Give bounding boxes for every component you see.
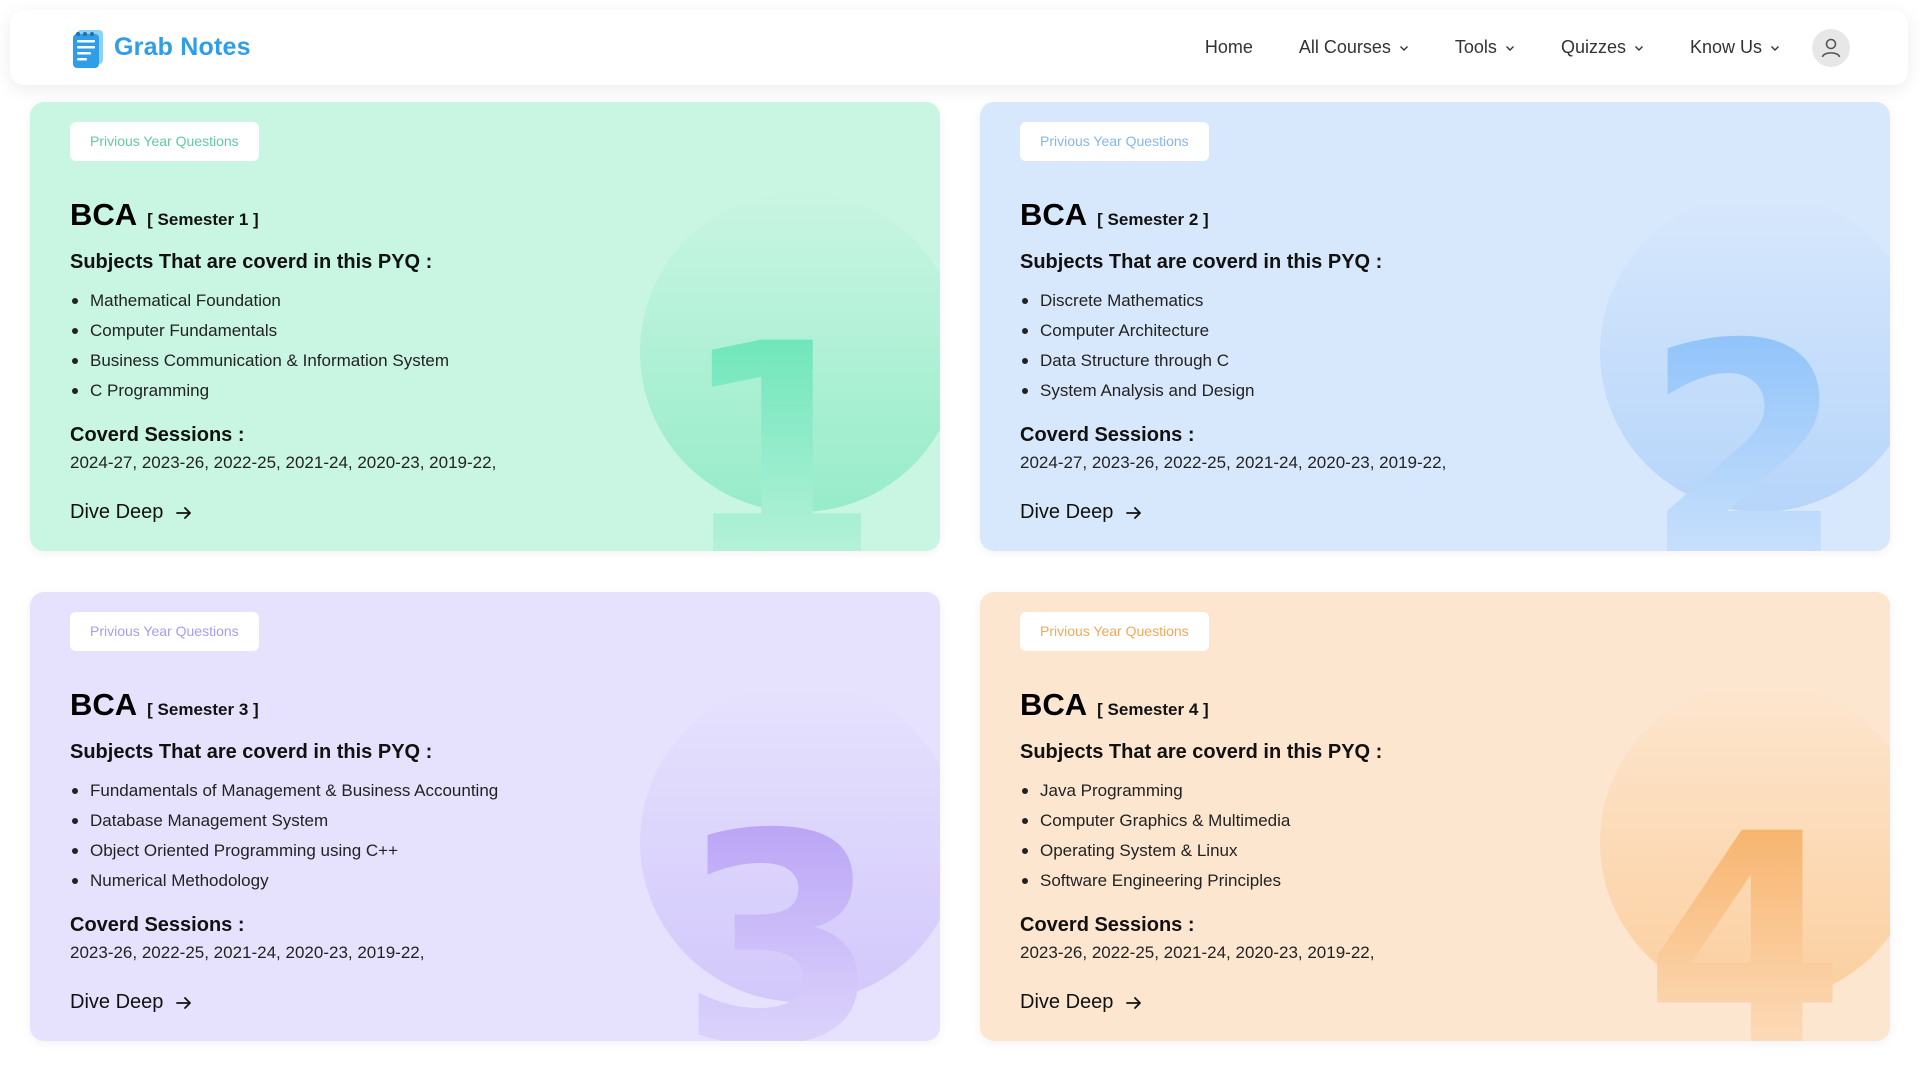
dive-deep-label: Dive Deep [1020, 501, 1114, 523]
nav-quizzes-label: Quizzes [1560, 37, 1626, 57]
subjects-list: Discrete Mathematics Computer Architectu… [1020, 286, 1530, 406]
navbar: Grab Notes Home All Courses Tools Quizze… [10, 10, 1908, 85]
subjects-heading: Subjects That are coverd in this PYQ : [70, 251, 433, 273]
subjects-heading: Subjects That are coverd in this PYQ : [1020, 251, 1383, 273]
subject-item: Data Structure through C [1020, 346, 1530, 376]
card-content: Privious Year Questions BCA [ Semester 3… [70, 612, 580, 1014]
pyq-chip: Privious Year Questions [70, 612, 259, 651]
sessions-list: 2023-26, 2022-25, 2021-24, 2020-23, 2019… [1020, 943, 1375, 962]
semester-label: [ Semester 1 ] [147, 210, 259, 229]
subject-item: Computer Architecture [1020, 316, 1530, 346]
big-number-4: 4 [1644, 773, 1846, 1041]
subject-item: Mathematical Foundation [70, 286, 580, 316]
user-icon [1821, 38, 1841, 57]
subject-item: C Programming [70, 376, 580, 406]
card-content: Privious Year Questions BCA [ Semester 4… [1020, 612, 1530, 1014]
dive-deep-link[interactable]: Dive Deep [1020, 991, 1143, 1014]
subject-item: Object Oriented Programming using C++ [70, 836, 580, 866]
subjects-heading: Subjects That are coverd in this PYQ : [1020, 741, 1383, 763]
nav-home-label: Home [1204, 37, 1253, 57]
brand-name: Grab Notes [114, 33, 251, 61]
nav-know-us[interactable]: Know Us [1690, 37, 1780, 58]
dive-deep-label: Dive Deep [1020, 991, 1114, 1013]
card-title-row: BCA [ Semester 1 ] [70, 197, 580, 233]
subjects-list: Mathematical Foundation Computer Fundame… [70, 286, 580, 406]
number-4-decoration: 4 [1600, 682, 1890, 1041]
big-number-3: 3 [679, 773, 881, 1041]
sessions-list: 2024-27, 2023-26, 2022-25, 2021-24, 2020… [70, 453, 497, 472]
card-content: Privious Year Questions BCA [ Semester 2… [1020, 122, 1530, 524]
number-1-decoration: 1 [640, 192, 940, 551]
main-nav: Home All Courses Tools Quizzes Know Us [1205, 28, 1850, 67]
subject-item: Computer Fundamentals [70, 316, 580, 346]
subjects-heading: Subjects That are coverd in this PYQ : [70, 741, 433, 763]
subject-item: Operating System & Linux [1020, 836, 1530, 866]
big-number-1: 1 [679, 283, 881, 551]
card-title-row: BCA [ Semester 2 ] [1020, 197, 1530, 233]
big-number-2: 2 [1644, 283, 1846, 551]
dive-deep-label: Dive Deep [70, 991, 164, 1013]
subject-item: Fundamentals of Management & Business Ac… [70, 776, 580, 806]
arrow-right-icon [1126, 996, 1142, 1009]
pyq-card-semester-4[interactable]: 4 Privious Year Questions BCA [ Semester… [980, 592, 1890, 1041]
subject-item: Software Engineering Principles [1020, 866, 1530, 896]
nav-quizzes[interactable]: Quizzes [1561, 37, 1644, 58]
brand-logo-link[interactable]: Grab Notes [68, 26, 251, 70]
sessions-list: 2024-27, 2023-26, 2022-25, 2021-24, 2020… [1020, 453, 1447, 472]
nav-tools-label: Tools [1454, 37, 1497, 57]
subject-item: Business Communication & Information Sys… [70, 346, 580, 376]
nav-know-us-label: Know Us [1689, 37, 1762, 57]
chevron-down-icon [1399, 45, 1408, 51]
course-title: BCA [1020, 197, 1088, 232]
chevron-down-icon [1505, 45, 1514, 51]
arrow-right-icon [1126, 506, 1142, 519]
nav-home[interactable]: Home [1205, 37, 1253, 58]
nav-tools[interactable]: Tools [1455, 37, 1515, 58]
semester-label: [ Semester 4 ] [1097, 700, 1209, 719]
nav-all-courses-label: All Courses [1298, 37, 1391, 57]
sessions-heading: Coverd Sessions : [1020, 424, 1195, 446]
dive-deep-link[interactable]: Dive Deep [70, 991, 193, 1014]
card-title-row: BCA [ Semester 3 ] [70, 687, 580, 723]
card-content: Privious Year Questions BCA [ Semester 1… [70, 122, 580, 524]
arrow-right-icon [176, 996, 192, 1009]
course-title: BCA [70, 687, 138, 722]
pyq-card-semester-2[interactable]: 2 Privious Year Questions BCA [ Semester… [980, 102, 1890, 551]
pyq-chip: Privious Year Questions [1020, 612, 1209, 651]
subjects-list: Fundamentals of Management & Business Ac… [70, 776, 580, 896]
chevron-down-icon [1634, 45, 1643, 51]
pyq-chip: Privious Year Questions [70, 122, 259, 161]
pyq-card-semester-1[interactable]: 1 Privious Year Questions BCA [ Semester… [30, 102, 940, 551]
nav-all-courses[interactable]: All Courses [1299, 37, 1409, 58]
course-title: BCA [1020, 687, 1088, 722]
notes-logo-icon [73, 29, 103, 68]
user-avatar-button[interactable] [1812, 28, 1850, 67]
semester-label: [ Semester 3 ] [147, 700, 259, 719]
subject-item: Database Management System [70, 806, 580, 836]
subjects-list: Java Programming Computer Graphics & Mul… [1020, 776, 1530, 896]
number-2-decoration: 2 [1600, 192, 1890, 551]
course-title: BCA [70, 197, 138, 232]
sessions-heading: Coverd Sessions : [70, 914, 245, 936]
subject-item: Discrete Mathematics [1020, 286, 1530, 316]
subject-item: Computer Graphics & Multimedia [1020, 806, 1530, 836]
sessions-heading: Coverd Sessions : [1020, 914, 1195, 936]
subject-item: Numerical Methodology [70, 866, 580, 896]
number-3-decoration: 3 [640, 682, 940, 1041]
subject-item: Java Programming [1020, 776, 1530, 806]
arrow-right-icon [176, 506, 192, 519]
semester-label: [ Semester 2 ] [1097, 210, 1209, 229]
sessions-heading: Coverd Sessions : [70, 424, 245, 446]
card-title-row: BCA [ Semester 4 ] [1020, 687, 1530, 723]
subject-item: System Analysis and Design [1020, 376, 1530, 406]
dive-deep-label: Dive Deep [70, 501, 164, 523]
pyq-chip: Privious Year Questions [1020, 122, 1209, 161]
dive-deep-link[interactable]: Dive Deep [70, 501, 193, 524]
dive-deep-link[interactable]: Dive Deep [1020, 501, 1143, 524]
chevron-down-icon [1771, 45, 1779, 51]
sessions-list: 2023-26, 2022-25, 2021-24, 2020-23, 2019… [70, 943, 425, 962]
pyq-card-semester-3[interactable]: 3 Privious Year Questions BCA [ Semester… [30, 592, 940, 1041]
